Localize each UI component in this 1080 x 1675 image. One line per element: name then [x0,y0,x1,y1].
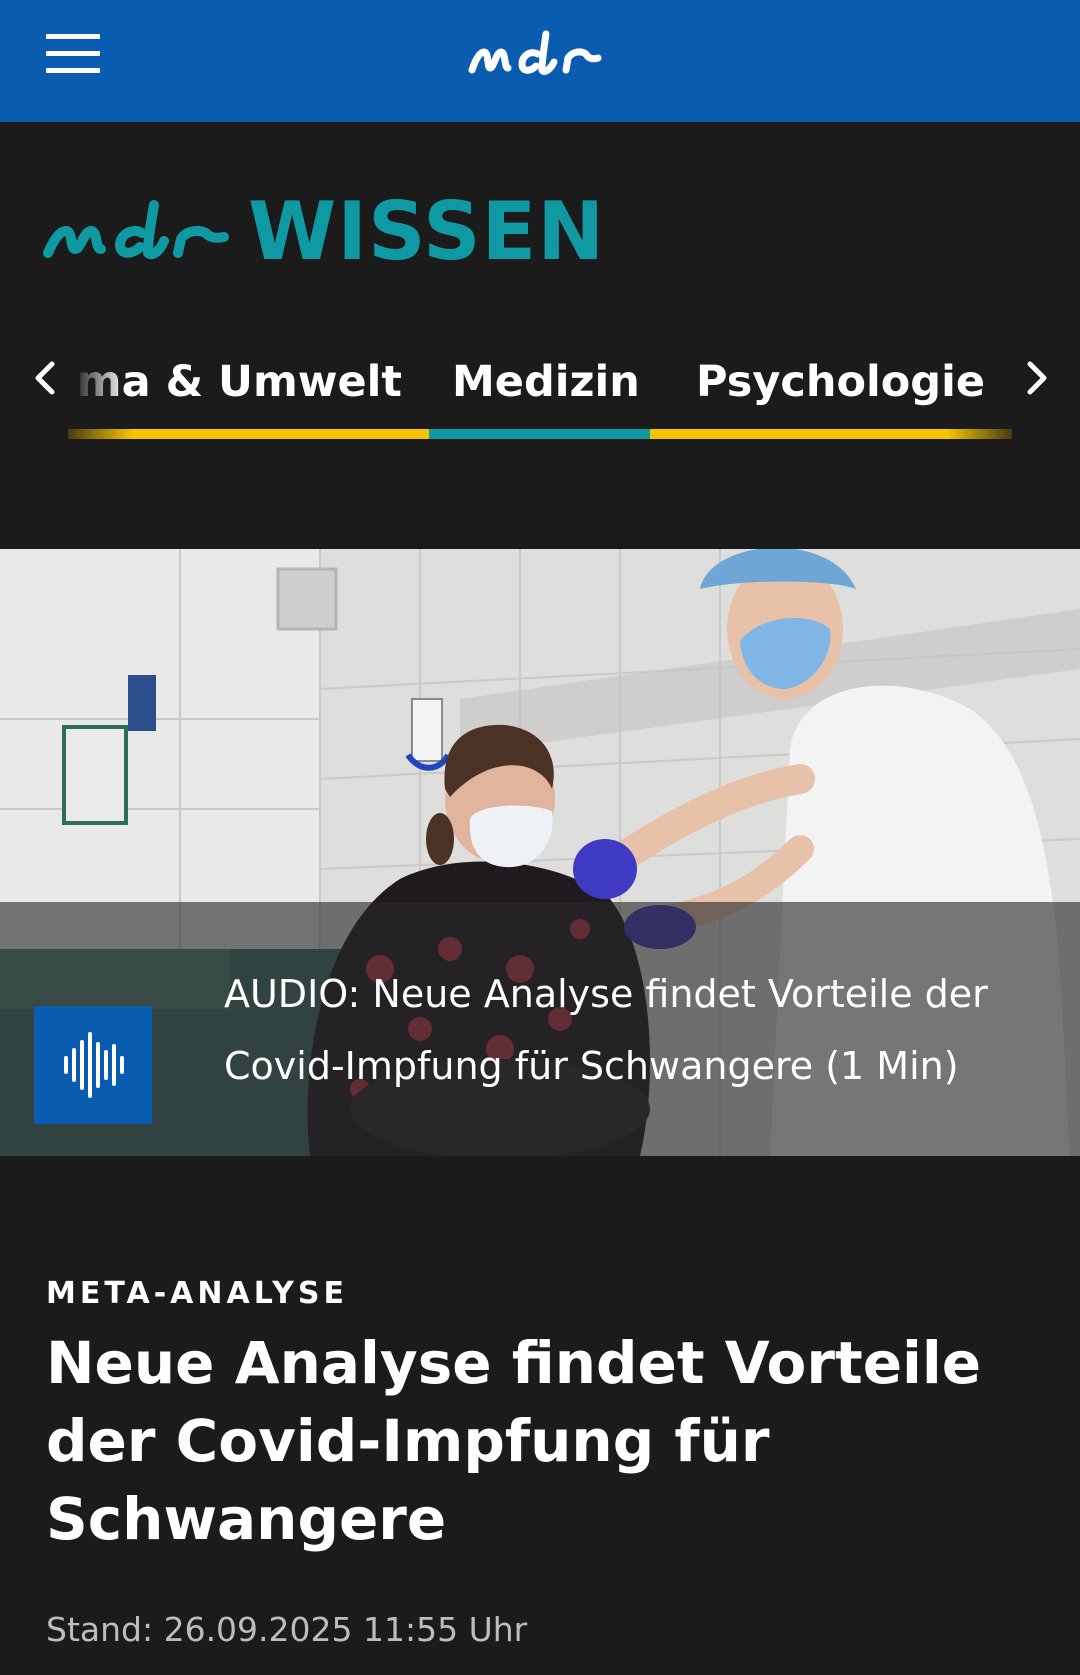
tab-underline [68,429,1012,439]
article-headline: Neue Analyse findet Vorteile der Covid-I… [46,1329,982,1553]
chevron-right-icon[interactable] [1016,358,1056,398]
audio-caption[interactable]: AUDIO: Neue Analyse findet Vorteile der … [224,958,1024,1102]
mdr-logo [43,200,229,260]
article-kicker: META-ANALYSE [46,1276,348,1311]
chevron-left-icon[interactable] [26,358,66,398]
tab-klima-umwelt[interactable]: Klima & Umwelt [66,356,406,408]
tab-psychologie[interactable]: Psychologie [696,356,985,408]
audio-waveform-icon[interactable] [34,1006,152,1124]
top-app-bar [0,0,1080,122]
underline-psychologie [650,429,1012,439]
hamburger-menu-icon[interactable] [46,34,100,74]
underline-medizin-active [429,429,650,439]
article-timestamp: Stand: 26.09.2025 11:55 Uhr [46,1610,528,1649]
brand-wordmark: WISSEN [248,185,606,278]
tab-label: Medizin [452,357,640,407]
brand-header[interactable]: WISSEN [42,192,605,272]
tab-medizin[interactable]: Medizin [452,356,640,408]
category-nav: Klima & Umwelt Medizin Psychologie [0,340,1080,440]
mdr-logo[interactable] [466,28,614,84]
underline-klima [68,429,429,439]
tab-label: Psychologie [696,357,985,407]
